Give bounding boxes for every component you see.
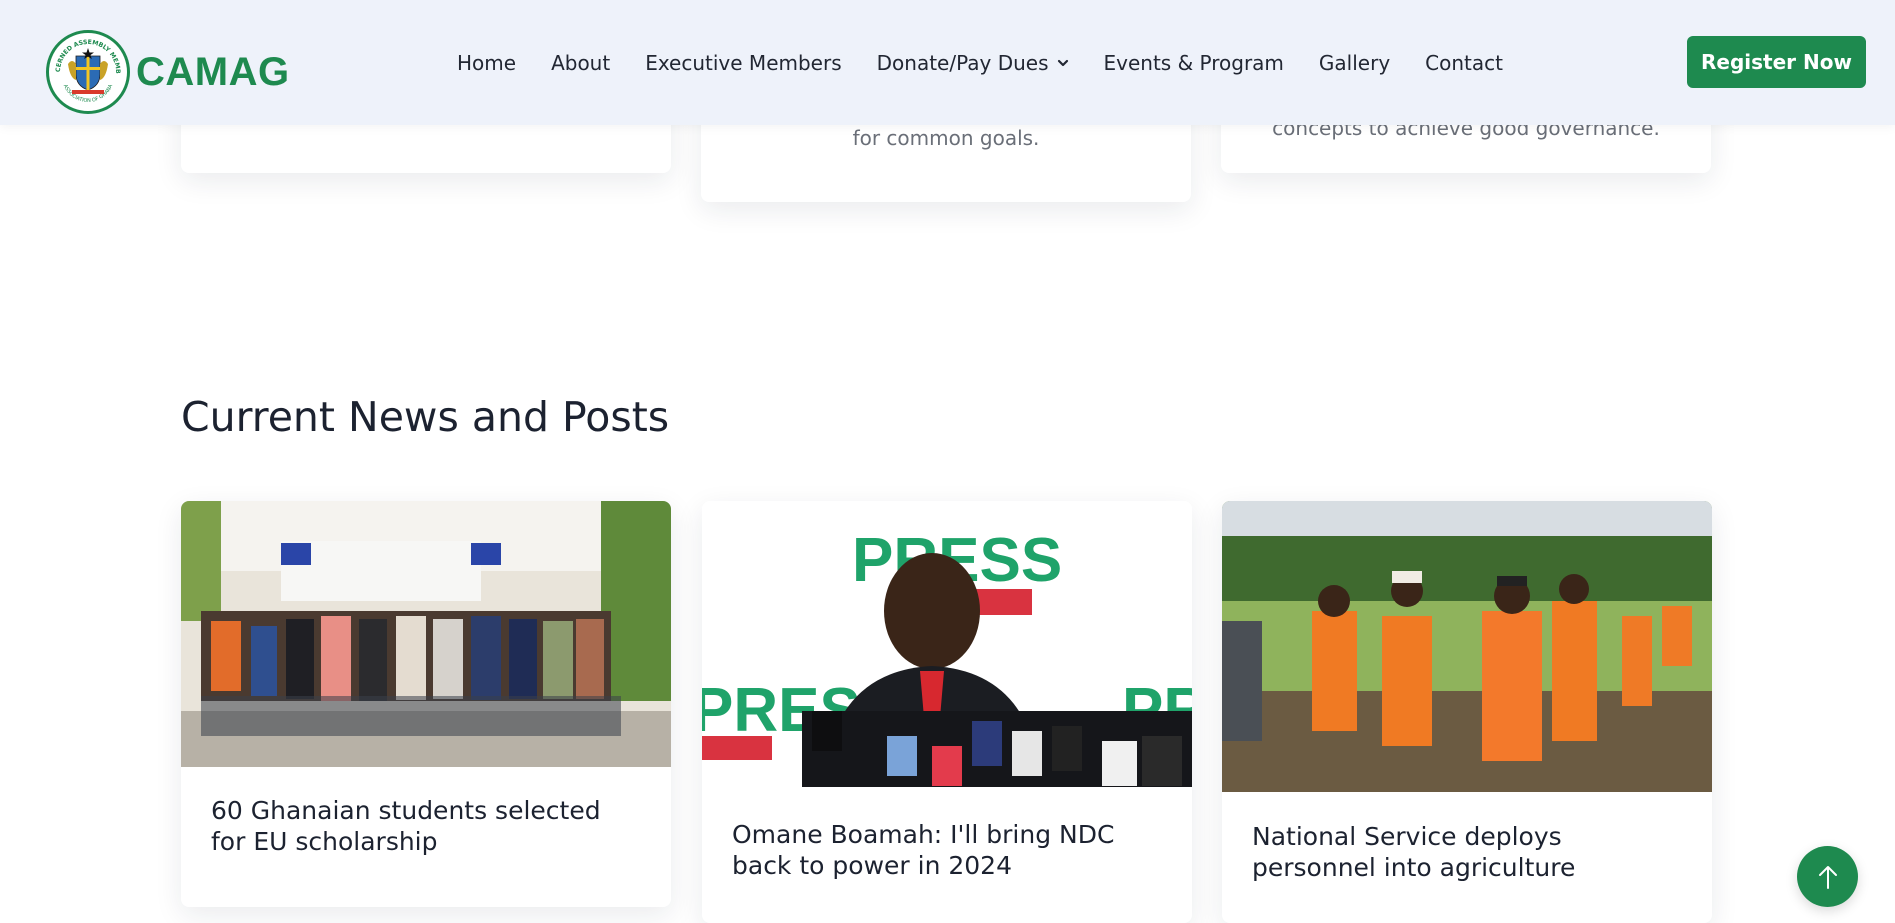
news-card-title[interactable]: 60 Ghanaian students selected for EU sch…	[211, 795, 641, 857]
news-card[interactable]: PRESS PRESS PR Omane Boamah: I'll bring …	[702, 501, 1192, 923]
site-header: CONCERNED ASSEMBLY MEMBERS ASSOCIATION O…	[0, 0, 1895, 125]
chevron-down-icon	[1057, 59, 1068, 66]
scroll-to-top-button[interactable]	[1797, 846, 1858, 907]
nav-home[interactable]: Home	[457, 51, 516, 75]
arrow-up-icon	[1818, 865, 1837, 889]
nav-contact[interactable]: Contact	[1425, 51, 1503, 75]
news-card-title[interactable]: Omane Boamah: I'll bring NDC back to pow…	[732, 819, 1162, 881]
nav-donate-pay-dues[interactable]: Donate/Pay Dues	[877, 51, 1069, 75]
nav-donate-label: Donate/Pay Dues	[876, 50, 1049, 75]
nav-executive-members[interactable]: Executive Members	[645, 51, 841, 75]
press-briefing-photo-image[interactable]: PRESS PRESS PR	[702, 501, 1192, 787]
main-nav: Home About Executive Members Donate/Pay …	[457, 0, 1503, 125]
nav-gallery[interactable]: Gallery	[1319, 51, 1390, 75]
value-card-text: for common goals.	[852, 126, 1040, 150]
news-card-title[interactable]: National Service deploys personnel into …	[1252, 821, 1682, 883]
farm-field-photo-image[interactable]	[1222, 501, 1712, 792]
news-card[interactable]: National Service deploys personnel into …	[1222, 501, 1712, 923]
group-photo-image[interactable]	[181, 501, 671, 767]
logo[interactable]: CONCERNED ASSEMBLY MEMBERS ASSOCIATION O…	[46, 30, 290, 114]
news-card[interactable]: 60 Ghanaian students selected for EU sch…	[181, 501, 671, 907]
nav-events-program[interactable]: Events & Program	[1104, 51, 1284, 75]
brand-name: CAMAG	[136, 49, 290, 94]
coat-of-arms-icon: CONCERNED ASSEMBLY MEMBERS ASSOCIATION O…	[46, 30, 130, 114]
register-now-button[interactable]: Register Now	[1687, 36, 1866, 88]
nav-about[interactable]: About	[551, 51, 610, 75]
section-title-news: Current News and Posts	[181, 393, 670, 441]
